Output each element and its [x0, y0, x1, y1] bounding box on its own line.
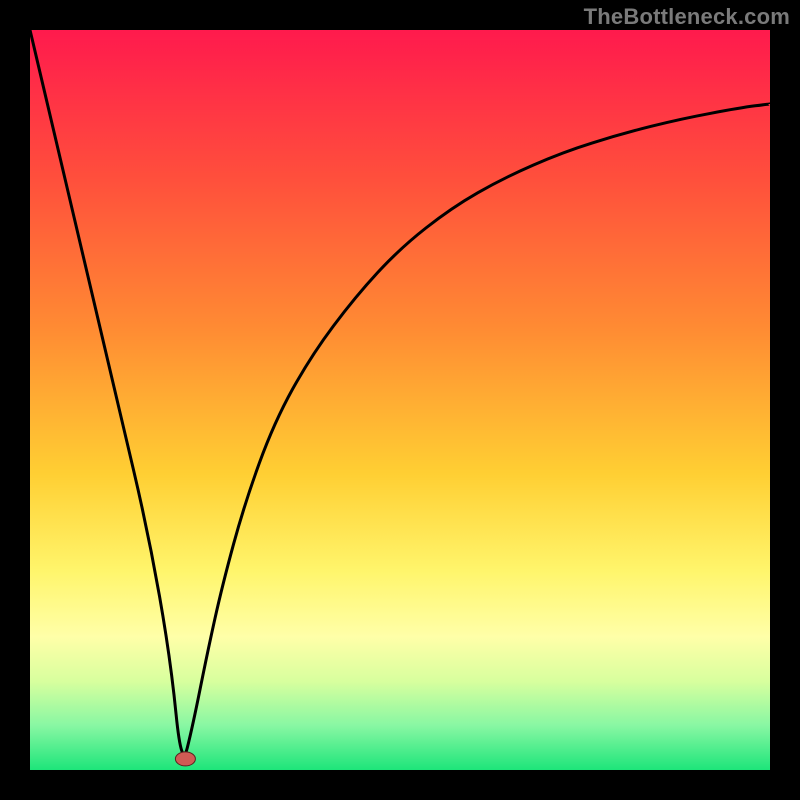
- bottleneck-chart: [0, 0, 800, 800]
- optimum-marker: [175, 752, 195, 766]
- plot-background: [30, 30, 770, 770]
- chart-stage: TheBottleneck.com: [0, 0, 800, 800]
